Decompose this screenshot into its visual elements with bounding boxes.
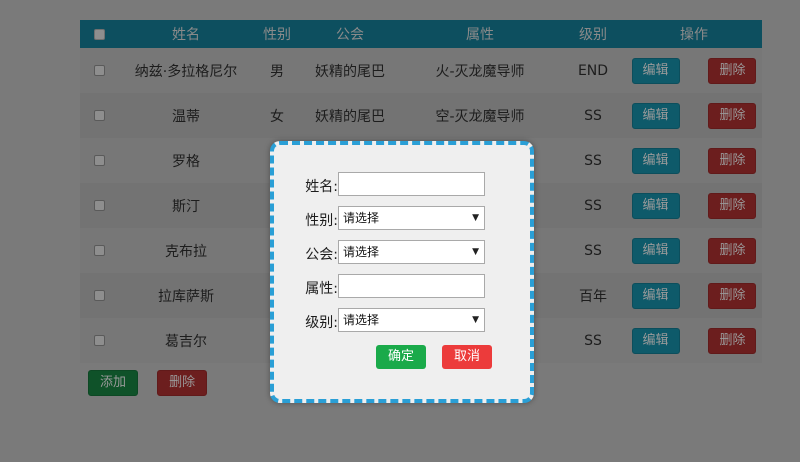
cell-name: 温蒂 [172,108,200,125]
delete-button[interactable]: 删除 [708,57,757,84]
cell-actions: 编辑 删除 [626,183,762,228]
delete-button[interactable]: 删除 [708,282,757,309]
bulk-delete-button[interactable]: 删除 [157,370,208,396]
table-row: 纳兹·多拉格尼尔 男 妖精的尾巴 火-灭龙魔导师 END 编辑 删除 [80,48,762,93]
delete-button[interactable]: 删除 [708,102,757,129]
cell-level: 百年 [579,288,607,305]
name-row: 姓名: [274,172,530,198]
edit-button[interactable]: 编辑 [631,192,680,219]
delete-button[interactable]: 删除 [708,192,757,219]
cell-gender: 男 [270,63,284,80]
gender-select[interactable]: 请选择 ▼ [338,206,485,230]
edit-button[interactable]: 编辑 [631,237,680,264]
level-label: 级别: [305,315,338,331]
delete-button[interactable]: 删除 [708,147,757,174]
row-checkbox[interactable] [93,155,105,166]
dropdown-arrow-icon: ▼ [472,247,479,257]
level-select-value: 请选择 [343,313,380,327]
gender-row: 性别: 请选择 ▼ [274,206,530,232]
page: 姓名 性别 公会 属性 级别 操作 纳兹·多拉格尼尔 男 妖精的尾巴 火-灭龙魔… [0,0,800,462]
cell-name: 克布拉 [165,243,207,260]
cell-actions: 编辑 删除 [626,138,762,183]
gender-select-value: 请选择 [343,211,380,225]
row-checkbox[interactable] [93,110,105,121]
header-name: 姓名 [172,27,200,43]
cell-guild: 妖精的尾巴 [315,108,385,125]
attribute-input[interactable] [338,274,485,298]
cell-level: SS [584,332,602,349]
guild-select-value: 请选择 [343,245,380,259]
guild-label: 公会: [305,247,338,263]
edit-button[interactable]: 编辑 [631,102,680,129]
cell-guild: 妖精的尾巴 [315,63,385,80]
add-button[interactable]: 添加 [88,370,139,396]
cell-actions: 编辑 删除 [626,318,762,363]
cell-level: SS [584,197,602,214]
table-row: 温蒂 女 妖精的尾巴 空-灭龙魔导师 SS 编辑 删除 [80,93,762,138]
cell-actions: 编辑 删除 [626,93,762,138]
edit-button[interactable]: 编辑 [631,57,680,84]
cell-level: SS [584,152,602,169]
select-all-cell [80,20,118,48]
cell-name: 斯汀 [172,198,200,215]
table-header-row: 姓名 性别 公会 属性 级别 操作 [80,20,762,48]
header-level: 级别 [579,27,607,43]
header-guild: 公会 [336,27,364,43]
cancel-button[interactable]: 取消 [442,345,492,369]
row-checkbox[interactable] [93,200,105,211]
header-attribute: 属性 [466,27,494,43]
cell-name: 拉库萨斯 [158,288,214,305]
level-row: 级别: 请选择 ▼ [274,308,530,334]
cell-name: 纳兹·多拉格尼尔 [134,63,238,80]
cell-name: 罗格 [172,153,200,170]
cell-actions: 编辑 删除 [626,273,762,318]
name-label: 姓名: [305,179,338,195]
cell-actions: 编辑 删除 [626,228,762,273]
edit-dialog: 姓名: 性别: 请选择 ▼ 公会: 请选择 ▼ 属性: 级别: 请选择 ▼ 确定… [270,141,534,403]
level-select[interactable]: 请选择 ▼ [338,308,485,332]
delete-button[interactable]: 删除 [708,327,757,354]
cell-level: END [577,62,609,79]
header-gender: 性别 [263,27,291,43]
gender-label: 性别: [305,213,338,229]
row-checkbox[interactable] [93,245,105,256]
cell-attribute: 空-灭龙魔导师 [435,108,525,125]
guild-select[interactable]: 请选择 ▼ [338,240,485,264]
guild-row: 公会: 请选择 ▼ [274,240,530,266]
cell-actions: 编辑 删除 [626,48,762,93]
cell-level: SS [584,242,602,259]
cell-gender: 女 [270,108,284,125]
edit-button[interactable]: 编辑 [631,327,680,354]
row-checkbox[interactable] [93,290,105,301]
cell-name: 葛吉尔 [165,333,207,350]
header-actions: 操作 [680,27,708,43]
edit-button[interactable]: 编辑 [631,147,680,174]
confirm-button[interactable]: 确定 [376,345,426,369]
edit-button[interactable]: 编辑 [631,282,680,309]
dropdown-arrow-icon: ▼ [472,213,479,223]
delete-button[interactable]: 删除 [708,237,757,264]
cell-level: SS [584,107,602,124]
row-checkbox[interactable] [93,65,105,76]
select-all-checkbox[interactable] [93,28,105,40]
row-checkbox[interactable] [93,335,105,346]
attribute-label: 属性: [305,281,338,297]
bottom-toolbar: 添加 删除 [88,370,208,396]
dropdown-arrow-icon: ▼ [472,315,479,325]
name-input[interactable] [338,172,485,196]
attribute-row: 属性: [274,274,530,300]
cell-attribute: 火-灭龙魔导师 [435,63,525,80]
